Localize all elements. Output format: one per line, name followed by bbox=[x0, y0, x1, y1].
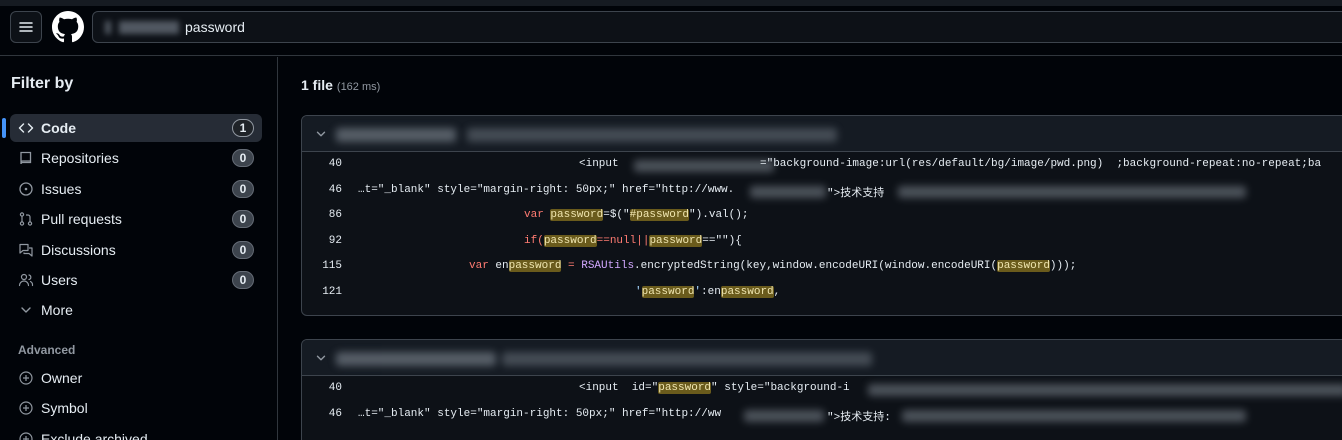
line-number: 46 bbox=[328, 183, 342, 196]
discussion-icon bbox=[18, 242, 34, 258]
advanced-item-symbol[interactable]: Symbol bbox=[10, 394, 262, 422]
file-result-header[interactable] bbox=[302, 340, 1342, 376]
advanced-nav: Owner Symbol Exclude archived bbox=[10, 364, 262, 440]
advanced-item-label: Exclude archived bbox=[41, 430, 148, 440]
filter-item-repositories[interactable]: Repositories 0 bbox=[10, 144, 262, 172]
redacted-text bbox=[868, 384, 1342, 396]
filter-item-issues[interactable]: Issues 0 bbox=[10, 175, 262, 203]
hamburger-icon bbox=[19, 22, 33, 32]
result-time: (162 ms) bbox=[336, 81, 381, 93]
line-number: 46 bbox=[328, 407, 342, 420]
redacted-text bbox=[119, 21, 179, 34]
advanced-item-label: Owner bbox=[41, 370, 83, 386]
line-number: 121 bbox=[322, 285, 342, 298]
issue-icon bbox=[18, 181, 34, 197]
chevron-down-icon[interactable] bbox=[314, 127, 328, 141]
code-line: 46 …t="_blank" style="margin-right: 50px… bbox=[302, 178, 1342, 204]
filter-item-label: Repositories bbox=[41, 150, 119, 167]
filter-item-more[interactable]: More bbox=[10, 296, 262, 324]
code-text: ="background-image:url(res/default/bg/im… bbox=[760, 158, 1322, 170]
advanced-item-exclude-archived[interactable]: Exclude archived bbox=[10, 425, 262, 440]
result-count: 1 file (162 ms) bbox=[301, 77, 380, 93]
count-badge: 0 bbox=[232, 149, 254, 168]
code-line: 92 if(password==null||password==""){ bbox=[302, 229, 1342, 255]
redacted-text bbox=[750, 185, 826, 198]
plus-circle-icon bbox=[18, 431, 34, 440]
search-input[interactable] bbox=[185, 17, 585, 37]
filter-item-label: More bbox=[41, 302, 73, 319]
advanced-item-owner[interactable]: Owner bbox=[10, 364, 262, 392]
code-text: ">技术支持: bbox=[827, 411, 891, 424]
count-badge: 0 bbox=[232, 179, 254, 198]
filter-item-label: Users bbox=[41, 271, 78, 288]
line-number: 40 bbox=[328, 158, 342, 170]
file-result-header[interactable] bbox=[302, 116, 1342, 152]
redacted-repo-name[interactable] bbox=[336, 128, 456, 142]
filter-sidebar: Filter by Code 1 Repositories 0 Issues 0… bbox=[0, 57, 278, 440]
line-number: 115 bbox=[322, 260, 342, 272]
advanced-title: Advanced bbox=[18, 343, 76, 357]
line-number: 92 bbox=[328, 234, 342, 247]
filter-title: Filter by bbox=[11, 75, 74, 92]
filter-item-label: Code bbox=[41, 120, 76, 136]
redacted-repo-name[interactable] bbox=[336, 352, 496, 366]
redacted-file-path[interactable] bbox=[502, 352, 872, 366]
menu-button[interactable] bbox=[10, 11, 42, 43]
filter-item-code[interactable]: Code 1 bbox=[2, 114, 262, 142]
code-text: if(password==null||password==""){ bbox=[524, 234, 742, 247]
code-line: 40 <input ="background-image:url(res/def… bbox=[302, 152, 1342, 178]
code-text: var enpassword = RSAUtils.encryptedStrin… bbox=[469, 260, 1077, 272]
count-badge: 0 bbox=[232, 270, 254, 289]
count-badge: 0 bbox=[232, 210, 254, 229]
redacted-text bbox=[634, 160, 774, 172]
code-text: …t="_blank" style="margin-right: 50px;" … bbox=[358, 407, 722, 420]
count-badge: 0 bbox=[232, 240, 254, 259]
github-logo-icon[interactable] bbox=[52, 11, 84, 43]
code-icon bbox=[18, 120, 34, 136]
filter-item-label: Discussions bbox=[41, 241, 116, 258]
count-badge: 1 bbox=[232, 119, 254, 137]
redacted-text bbox=[898, 185, 1246, 198]
redacted-text bbox=[744, 409, 824, 422]
line-number: 40 bbox=[328, 382, 342, 394]
plus-circle-icon bbox=[18, 370, 34, 386]
filter-item-pull-requests[interactable]: Pull requests 0 bbox=[10, 205, 262, 233]
code-text: <input bbox=[579, 158, 626, 170]
filter-item-discussions[interactable]: Discussions 0 bbox=[10, 236, 262, 264]
line-number: 86 bbox=[328, 209, 342, 221]
code-text: <input id="password" style="background-i bbox=[579, 382, 850, 394]
code-line: 40 <input id="password" style="backgroun… bbox=[302, 376, 1342, 402]
top-bar bbox=[0, 0, 1342, 56]
chevron-down-icon bbox=[18, 302, 34, 318]
code-text: var password=$("#password").val(); bbox=[524, 209, 749, 221]
code-line: 121 'password':enpassword, bbox=[302, 280, 1342, 306]
search-results: 1 file (162 ms) 40 <input ="background-im… bbox=[279, 57, 1342, 440]
code-text: ">技术支持 bbox=[827, 187, 885, 200]
repo-icon bbox=[18, 150, 34, 166]
filter-item-label: Issues bbox=[41, 180, 82, 197]
search-box[interactable] bbox=[92, 11, 1342, 43]
code-text: 'password':enpassword, bbox=[635, 285, 781, 298]
file-result-card: 40 <input ="background-image:url(res/def… bbox=[301, 115, 1342, 316]
file-result-card: 40 <input id="password" style="backgroun… bbox=[301, 339, 1342, 440]
chevron-down-icon[interactable] bbox=[314, 351, 328, 365]
code-line: 86 var password=$("#password").val(); bbox=[302, 203, 1342, 229]
redacted-text bbox=[902, 409, 1246, 422]
code-line: 115 var enpassword = RSAUtils.encryptedS… bbox=[302, 254, 1342, 280]
filter-item-label: Pull requests bbox=[41, 211, 122, 228]
pull-request-icon bbox=[18, 211, 34, 227]
redacted-file-path[interactable] bbox=[467, 128, 837, 142]
filter-item-users[interactable]: Users 0 bbox=[10, 266, 262, 294]
code-line: 46 …t="_blank" style="margin-right: 50px… bbox=[302, 402, 1342, 428]
result-count-text: 1 file bbox=[301, 77, 333, 93]
filter-nav: Code 1 Repositories 0 Issues 0 Pull requ… bbox=[2, 114, 262, 327]
plus-circle-icon bbox=[18, 400, 34, 416]
people-icon bbox=[18, 272, 34, 288]
code-text: …t="_blank" style="margin-right: 50px;" … bbox=[358, 183, 735, 196]
redacted-text bbox=[105, 21, 111, 34]
advanced-item-label: Symbol bbox=[41, 400, 88, 417]
